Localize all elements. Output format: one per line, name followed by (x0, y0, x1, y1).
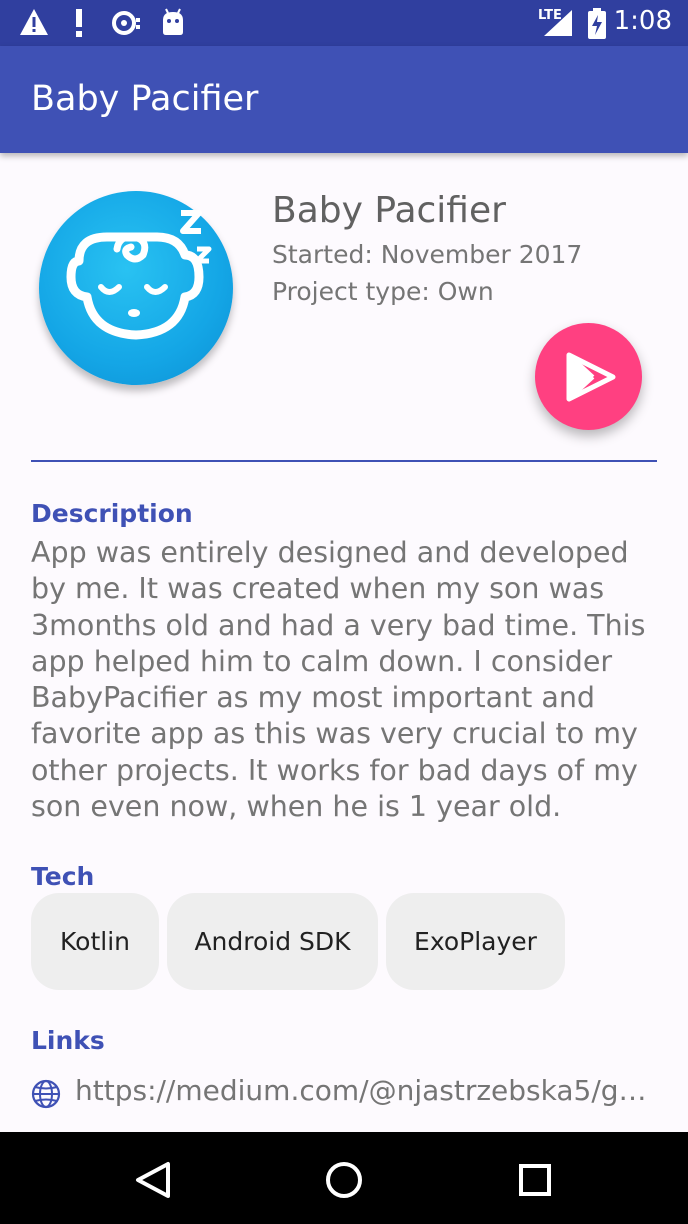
app-bar: Baby Pacifier (0, 46, 688, 153)
recents-icon[interactable] (505, 1150, 565, 1210)
clock: 1:08 (613, 6, 672, 36)
description-text: App was entirely designed and developed … (31, 536, 646, 824)
signal-icon (544, 10, 572, 36)
battery-charging-icon (588, 8, 606, 39)
open-play-store-button[interactable] (535, 323, 642, 430)
section-divider (31, 460, 657, 462)
vpn-icon (112, 11, 140, 35)
android-debug-icon (163, 8, 183, 35)
project-started-date: Started: November 2017 (272, 240, 583, 269)
link-url: https://medium.com/@njastrzebska5/go… (75, 1074, 661, 1107)
google-play-icon (566, 352, 616, 402)
links-label: Links (31, 1026, 105, 1055)
sleeping-baby-icon (66, 210, 212, 340)
app-bar-title: Baby Pacifier (31, 79, 259, 119)
alert-icon (76, 9, 82, 37)
tech-label: Tech (31, 862, 95, 891)
tech-chip-kotlin[interactable]: Kotlin (31, 893, 159, 990)
link-item[interactable]: https://medium.com/@njastrzebska5/go… (31, 1074, 661, 1114)
back-icon[interactable] (122, 1150, 182, 1210)
project-type: Project type: Own (272, 277, 494, 306)
tech-chip-exoplayer[interactable]: ExoPlayer (386, 893, 565, 990)
project-title: Baby Pacifier (272, 190, 506, 231)
app-logo (39, 191, 233, 385)
warning-icon (20, 9, 48, 35)
tech-chip-android-sdk[interactable]: Android SDK (167, 893, 378, 990)
navigation-bar (0, 1132, 688, 1224)
status-bar: LTE 1:08 (0, 0, 688, 46)
home-icon[interactable] (314, 1150, 374, 1210)
globe-icon (31, 1079, 61, 1109)
description-label: Description (31, 499, 193, 528)
